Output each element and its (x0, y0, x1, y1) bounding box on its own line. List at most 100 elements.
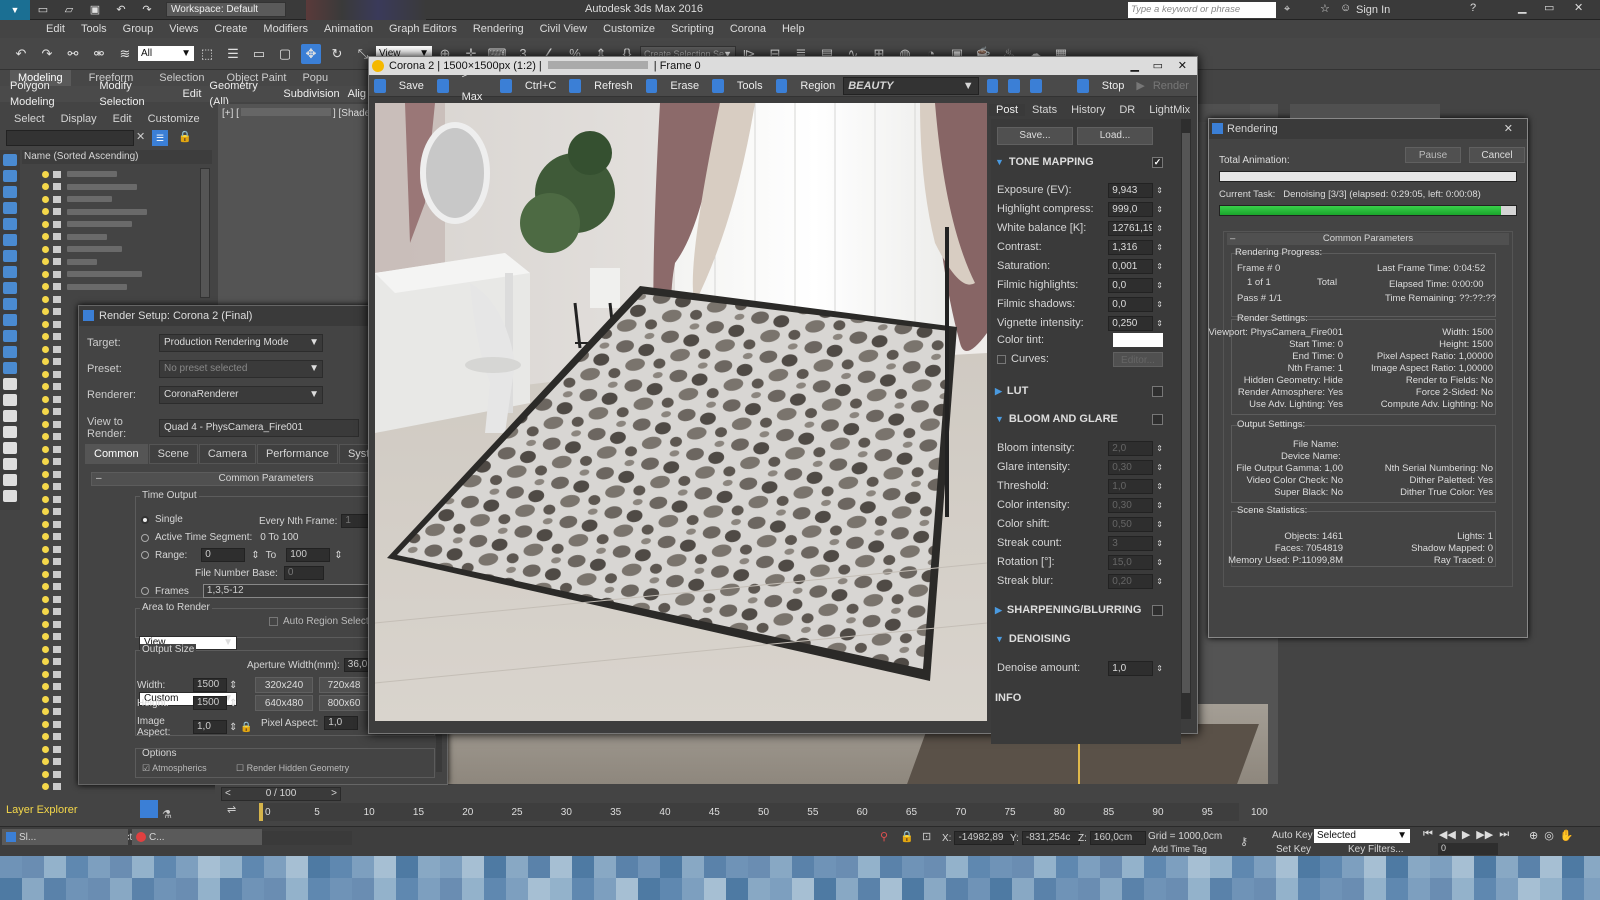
new-file-icon[interactable]: ▭ (33, 0, 53, 20)
vfb-stop-button[interactable]: Stop (1094, 75, 1133, 97)
explorer-filter-icon[interactable] (3, 458, 17, 470)
search-input[interactable]: Type a keyword or phrase (1128, 2, 1276, 18)
light-bulb-icon[interactable] (42, 333, 49, 341)
pan-icon[interactable]: ✋ (1560, 829, 1574, 842)
image-aspect-input[interactable]: 1,0 (193, 720, 227, 734)
explorer-filter-icon[interactable] (3, 282, 17, 294)
light-bulb-icon[interactable] (42, 395, 49, 403)
denoising-section[interactable]: ▼ DENOISING (995, 630, 1167, 648)
minimize-icon[interactable]: ▁ (1518, 1, 1526, 14)
zoom-fit-icon[interactable] (1030, 78, 1042, 93)
explorer-filter-icon[interactable] (3, 154, 17, 166)
explorer-filter-icon[interactable] (3, 314, 17, 326)
range-to-input[interactable]: 100 (286, 548, 331, 562)
scene-object-row[interactable] (22, 293, 212, 306)
bloom-param-input[interactable]: 15,0 (1108, 554, 1154, 570)
layer-explorer-label[interactable]: Layer Explorer (6, 804, 78, 816)
ribbon-modify-selection[interactable]: Modify Selection (95, 78, 178, 110)
render-pass-dropdown[interactable]: BEAUTY ▼ (843, 76, 979, 95)
tone-param-input[interactable]: 12761,19 (1108, 220, 1154, 236)
se-menu-customize[interactable]: Customize (140, 110, 208, 128)
menu-graph-editors[interactable]: Graph Editors (381, 20, 465, 38)
menu-create[interactable]: Create (206, 20, 255, 38)
tab-stats[interactable]: Stats (1025, 104, 1064, 116)
curves-checkbox[interactable] (997, 354, 1006, 364)
scene-object-row[interactable] (22, 243, 212, 256)
workspace-dropdown[interactable]: Workspace: Default (166, 2, 286, 17)
light-bulb-icon[interactable] (42, 208, 49, 216)
light-bulb-icon[interactable] (42, 345, 49, 353)
current-frame-input[interactable]: 0 (1438, 843, 1498, 855)
explorer-filter-icon[interactable] (3, 362, 17, 374)
menu-customize[interactable]: Customize (595, 20, 663, 38)
tone-param-input[interactable]: 0,001 (1108, 258, 1154, 274)
spinner-icon[interactable]: ⇕ (1156, 558, 1163, 567)
lut-section[interactable]: ▶ LUT (995, 382, 1167, 400)
maximize-icon[interactable]: ▭ (1544, 1, 1554, 14)
taskbar-item-1[interactable]: Sl... (2, 829, 128, 845)
lock-selection-icon[interactable]: 🔒 (900, 830, 914, 843)
zoom-in-icon[interactable] (986, 78, 999, 93)
sign-in-link[interactable]: Sign In (1356, 4, 1390, 16)
preset-800x600-button[interactable]: 800x60 (319, 695, 369, 711)
light-bulb-icon[interactable] (42, 633, 49, 641)
single-radio[interactable]: Single (141, 514, 183, 525)
light-bulb-icon[interactable] (42, 745, 49, 753)
x-input[interactable]: -14982,89 (954, 831, 1015, 845)
tone-param-input[interactable]: 999,0 (1108, 201, 1154, 217)
spinner-icon[interactable]: ⇕ (1156, 577, 1163, 586)
spinner-icon[interactable]: ⇕ (1156, 281, 1163, 290)
explorer-filter-icon[interactable] (3, 266, 17, 278)
ribbon-polygon-modeling[interactable]: Polygon Modeling (6, 78, 95, 110)
explorer-filter-icon[interactable] (3, 474, 17, 486)
every-nth-frame-input[interactable]: 1 (341, 514, 372, 528)
light-bulb-icon[interactable] (42, 595, 49, 603)
close-icon[interactable]: ✕ (1574, 1, 1583, 14)
se-menu-edit[interactable]: Edit (105, 110, 140, 128)
spinner-icon[interactable]: ⇕ (1156, 482, 1163, 491)
play-icon[interactable]: ▶ (1462, 828, 1470, 841)
scene-object-row[interactable] (22, 231, 212, 244)
explorer-filter-icon[interactable] (3, 346, 17, 358)
atmospherics-checkbox[interactable]: ☑ Atmospherics (142, 763, 207, 774)
tab-post[interactable]: Post (989, 104, 1026, 116)
render-output-image[interactable] (375, 103, 987, 721)
explorer-filter-icon[interactable] (3, 186, 17, 198)
menu-corona[interactable]: Corona (722, 20, 774, 38)
tab-scene[interactable]: Scene (148, 444, 198, 464)
tab-common[interactable]: Common (85, 444, 148, 464)
spinner-icon[interactable]: ⇕ (1156, 262, 1163, 271)
explorer-filter-icon[interactable] (3, 170, 17, 182)
color-tint-swatch[interactable] (1113, 333, 1163, 347)
auto-region-checkbox[interactable]: Auto Region Selecte (269, 616, 374, 627)
vfb-erase-button[interactable]: Erase (662, 75, 707, 97)
spinner-icon[interactable]: ⇕ (1156, 539, 1163, 548)
ribbon-edit[interactable]: Edit (178, 86, 205, 102)
menu-animation[interactable]: Animation (316, 20, 381, 38)
light-bulb-icon[interactable] (42, 495, 49, 503)
vfb-close-icon[interactable]: ✕ (1178, 57, 1187, 75)
se-column-header[interactable]: Name (Sorted Ascending) (22, 150, 212, 164)
se-menu-select[interactable]: Select (6, 110, 53, 128)
lock-aspect-icon[interactable]: 🔒 (240, 722, 252, 733)
current-frame-marker[interactable] (259, 803, 263, 821)
light-bulb-icon[interactable] (42, 520, 49, 528)
light-bulb-icon[interactable] (42, 720, 49, 728)
light-bulb-icon[interactable] (42, 283, 49, 291)
spinner-icon[interactable]: ⇕ (1156, 319, 1163, 328)
light-bulb-icon[interactable] (42, 608, 49, 616)
open-file-icon[interactable]: ▱ (59, 0, 79, 20)
tone-param-input[interactable]: 0,0 (1108, 277, 1154, 293)
bloom-param-input[interactable]: 0,50 (1108, 516, 1154, 532)
spinner-icon[interactable]: ⇕ (1156, 243, 1163, 252)
spinner-icon[interactable]: ⇕ (1156, 186, 1163, 195)
menu-civil-view[interactable]: Civil View (532, 20, 595, 38)
vfb-maximize-icon[interactable]: ▭ (1153, 57, 1163, 75)
vfb-titlebar[interactable]: Corona 2 | 1500×1500px (1:2) | | Frame 0 … (369, 57, 1197, 75)
bloom-param-input[interactable]: 1,0 (1108, 478, 1154, 494)
explorer-filter-icon[interactable] (3, 234, 17, 246)
explorer-filter-icon[interactable] (3, 442, 17, 454)
add-time-tag[interactable]: Add Time Tag (1152, 844, 1207, 854)
light-bulb-icon[interactable] (42, 645, 49, 653)
light-bulb-icon[interactable] (42, 658, 49, 666)
